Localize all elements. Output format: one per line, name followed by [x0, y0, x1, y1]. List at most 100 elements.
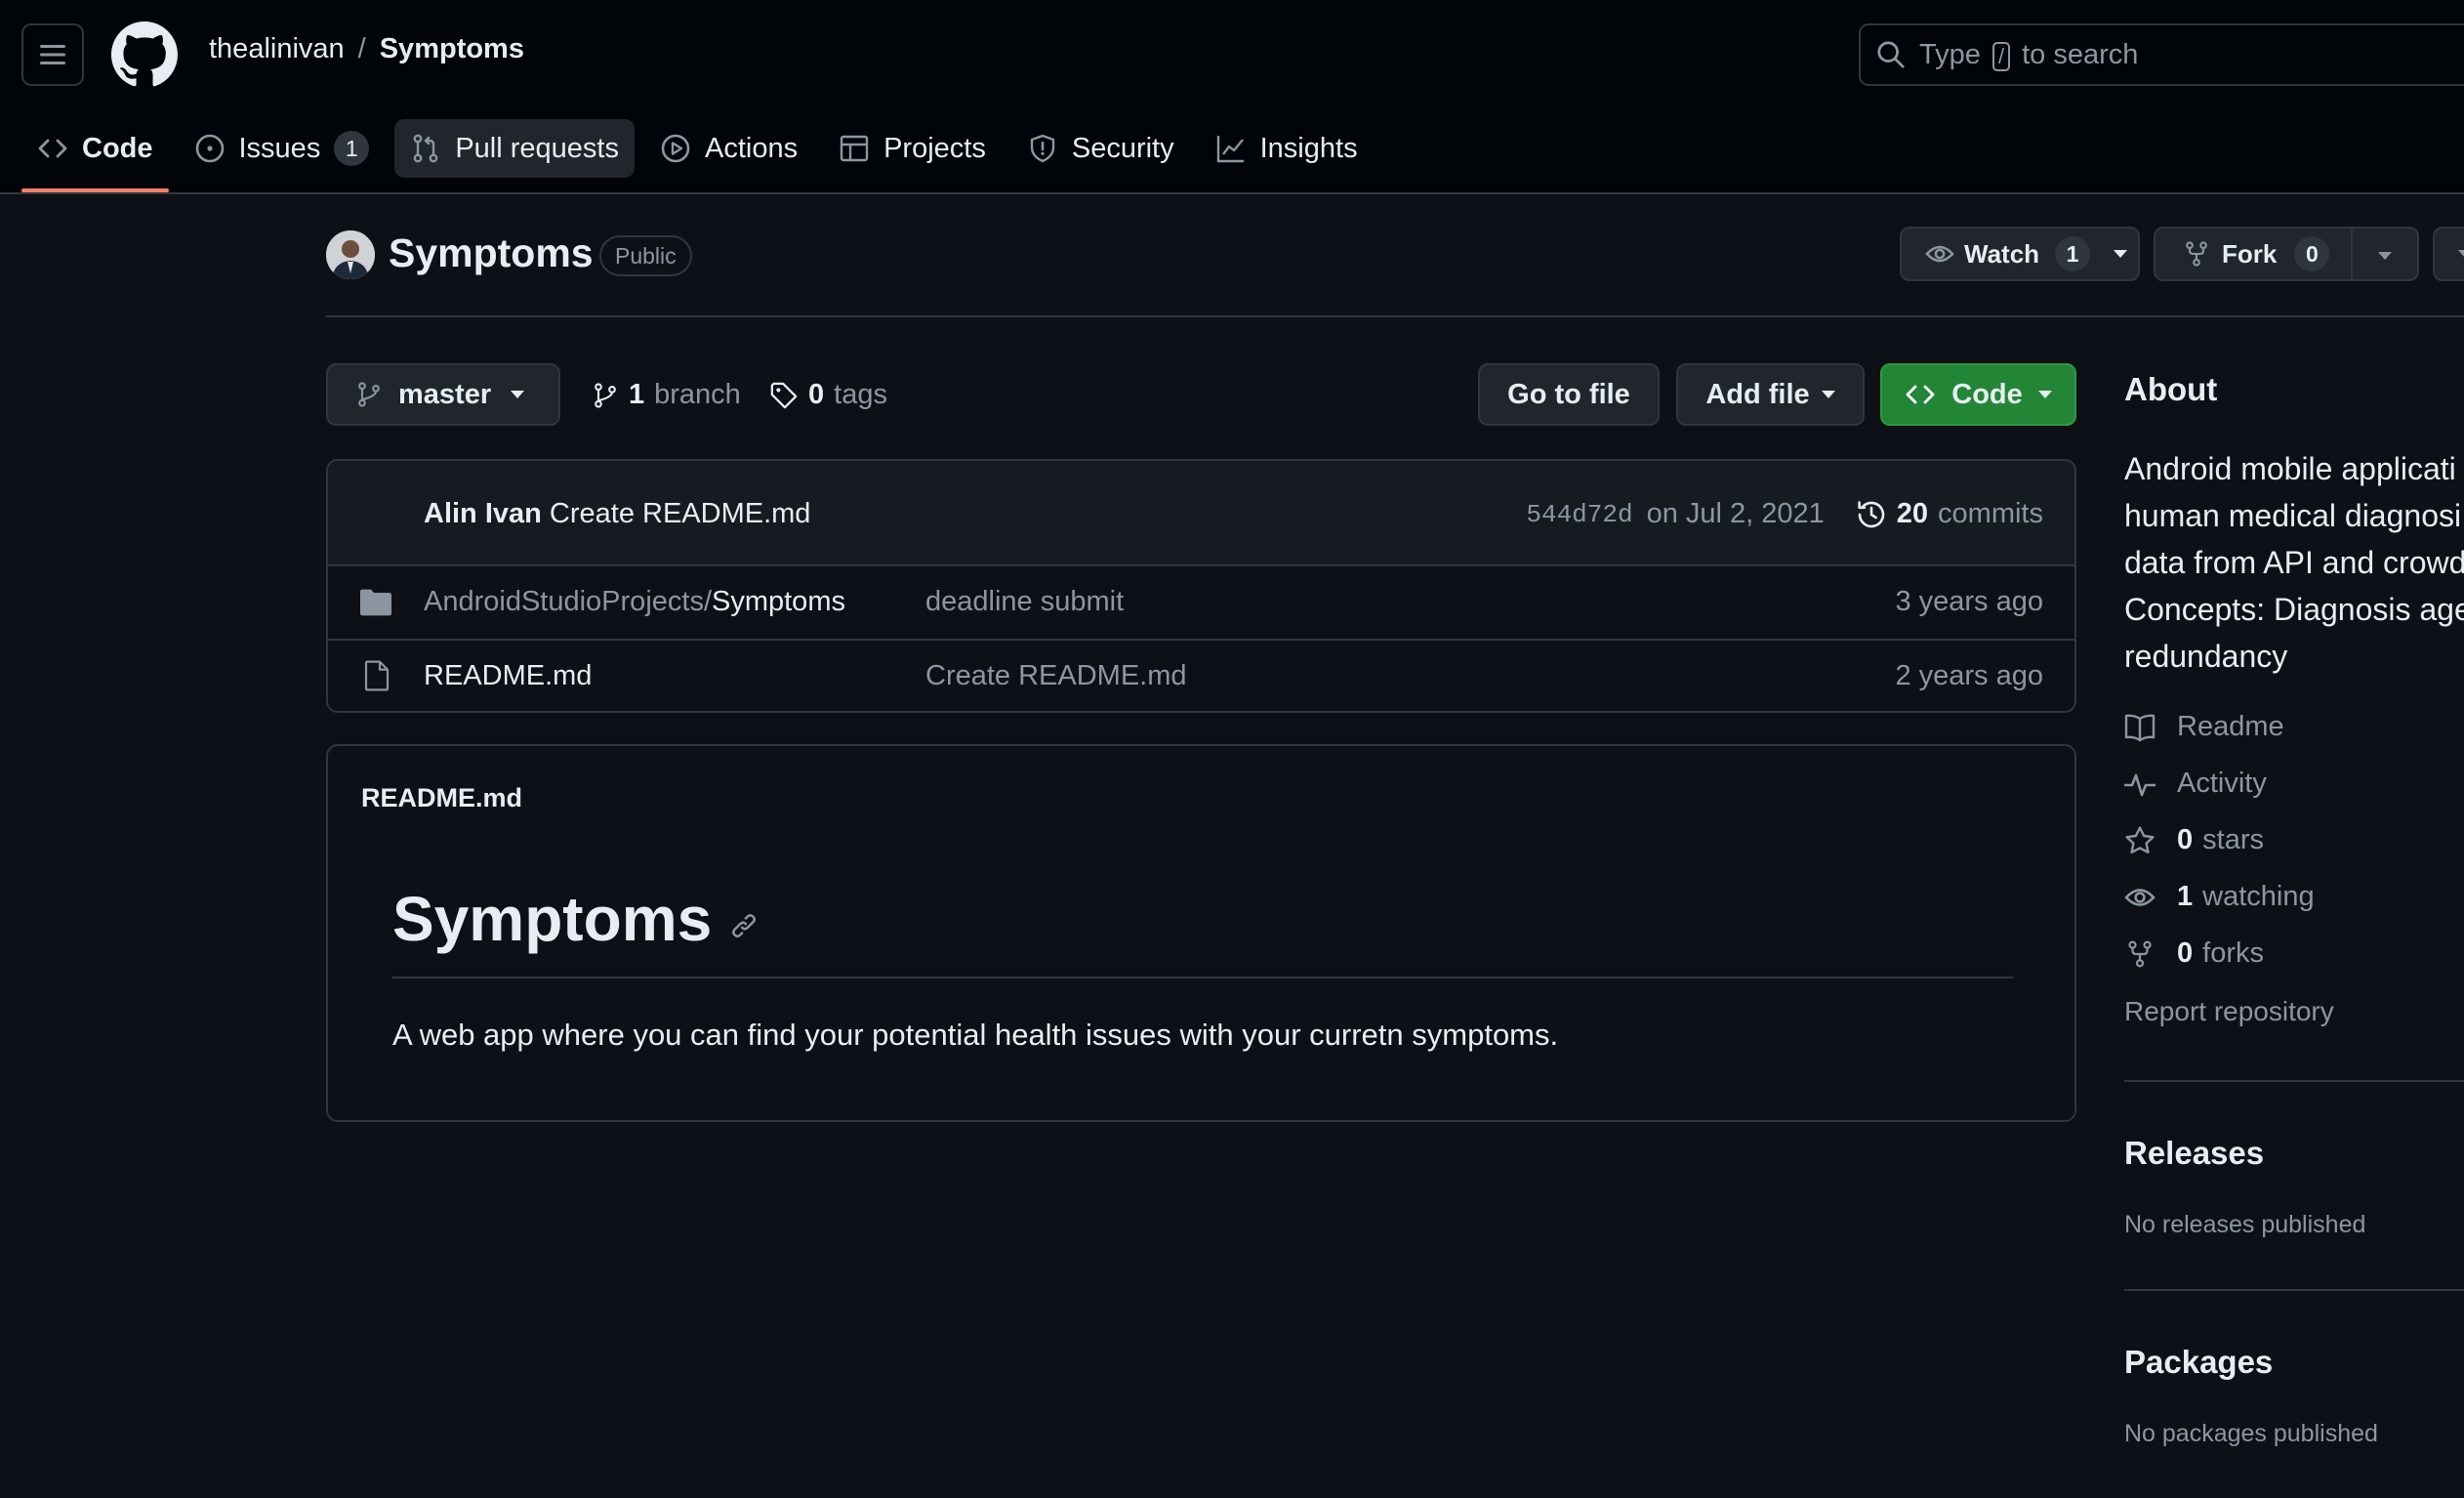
tags-link[interactable]: 0 tags — [769, 379, 887, 411]
readme-filename[interactable]: README.md — [361, 783, 522, 813]
tab-label: Insights — [1259, 132, 1358, 164]
folder-icon — [360, 589, 391, 616]
git-branch-icon — [595, 382, 616, 408]
search-placeholder: Type / to search — [1919, 38, 2139, 71]
watch-button[interactable]: Watch 1 — [1900, 227, 2140, 281]
readme-heading: Symptoms — [392, 884, 713, 954]
readme-heading-row: Symptoms — [392, 883, 759, 955]
file-path-prefix: AndroidStudioProjects/ — [424, 586, 712, 617]
commit-author[interactable]: Alin Ivan — [424, 498, 542, 529]
chevron-down-icon — [2458, 250, 2464, 258]
tab-projects[interactable]: Projects — [823, 119, 1002, 178]
tab-label: Pull requests — [455, 132, 619, 164]
file-row[interactable]: README.md Create README.md 2 years ago — [328, 639, 2074, 711]
commits-link[interactable]: 20 commits — [1856, 498, 2043, 530]
tab-label: Security — [1071, 132, 1174, 164]
repo-nav: Code Issues 1 Pull requests Actions Proj… — [21, 119, 1374, 193]
report-repository-link[interactable]: Report repository — [2124, 996, 2334, 1027]
releases-empty: No releases published — [2124, 1211, 2366, 1238]
tab-pull-requests[interactable]: Pull requests — [394, 119, 635, 178]
avatar[interactable] — [326, 230, 375, 279]
chevron-down-icon — [2114, 250, 2128, 258]
commit-sha[interactable]: 544d72d — [1526, 500, 1632, 529]
readme-body: A web app where you can find your potent… — [392, 1018, 1559, 1052]
tab-issues[interactable]: Issues 1 — [179, 119, 386, 178]
branches-link[interactable]: 1 branch — [592, 379, 741, 411]
owner-link[interactable]: thealinivan — [209, 33, 345, 65]
file-name-link[interactable]: AndroidStudioProjects/Symptoms — [424, 586, 845, 618]
readme-heading-divider — [392, 977, 2013, 978]
watchers-link[interactable]: 1 watching — [2124, 881, 2315, 913]
about-title: About — [2124, 371, 2218, 407]
tab-insights[interactable]: Insights — [1200, 119, 1374, 178]
fork-button[interactable]: Fork 0 — [2154, 227, 2419, 281]
eye-icon — [2124, 888, 2156, 906]
file-age: 3 years ago — [1895, 586, 2043, 617]
packages-title[interactable]: Packages — [2124, 1344, 2273, 1381]
branch-count: 1 — [629, 379, 645, 410]
activity-link[interactable]: Activity — [2124, 768, 2267, 800]
file-commit-message[interactable]: deadline submit — [925, 586, 1124, 618]
branch-select[interactable]: master — [326, 363, 560, 426]
avatar-image — [326, 230, 375, 279]
chevron-down-icon[interactable] — [2378, 252, 2392, 260]
tag-label: tags — [834, 379, 887, 410]
tab-label: Projects — [883, 132, 986, 164]
file-name: Symptoms — [712, 586, 845, 617]
commit-date: on Jul 2, 2021 — [1646, 498, 1825, 529]
commits-count: 20 — [1896, 498, 1929, 529]
repo-link[interactable]: Symptoms — [380, 33, 524, 65]
code-button[interactable]: Code — [1880, 363, 2076, 426]
chevron-down-icon — [511, 391, 525, 398]
sidebar-divider — [2124, 1080, 2464, 1082]
shield-icon — [1030, 134, 1055, 163]
commit-message[interactable]: Create README.md — [550, 498, 811, 529]
fork-divider — [2351, 229, 2353, 279]
graph-icon — [1216, 136, 1244, 163]
tab-label: Issues — [238, 132, 321, 164]
stars-link[interactable]: 0 stars — [2124, 824, 2264, 856]
branch-label: branch — [654, 379, 741, 410]
add-file-label: Add file — [1705, 378, 1810, 410]
tag-icon — [770, 382, 798, 408]
readme-link[interactable]: Readme — [2124, 711, 2284, 743]
breadcrumb-separator: / — [357, 33, 366, 64]
releases-title[interactable]: Releases — [2124, 1135, 2264, 1172]
repo-title[interactable]: Symptoms — [389, 230, 594, 276]
chevron-down-icon — [1821, 391, 1835, 398]
menu-button[interactable] — [21, 23, 84, 86]
shortcut-key: / — [1992, 41, 2011, 71]
eye-icon — [1925, 245, 1954, 263]
readme-panel: README.md Symptoms A web app where you c… — [326, 744, 2076, 1122]
file-icon — [364, 660, 390, 691]
issue-opened-icon — [195, 134, 224, 163]
github-logo-icon[interactable] — [111, 21, 178, 88]
fork-counter: 0 — [2294, 236, 2330, 271]
sidebar-divider — [2124, 1289, 2464, 1291]
code-button-label: Code — [1951, 378, 2023, 410]
hamburger-icon — [40, 45, 65, 64]
file-row[interactable]: AndroidStudioProjects/Symptoms deadline … — [328, 566, 2074, 639]
search-input[interactable]: Type / to search — [1859, 23, 2464, 86]
app-header: thealinivan / Symptoms Type / to search … — [0, 0, 2464, 194]
git-branch-icon — [358, 382, 380, 407]
code-icon — [1906, 385, 1935, 404]
table-icon — [840, 135, 869, 162]
file-name: README.md — [424, 660, 593, 691]
star-button[interactable] — [2433, 227, 2464, 281]
fork-label: Fork — [2222, 238, 2278, 269]
go-to-file-button[interactable]: Go to file — [1478, 363, 1660, 426]
title-divider — [326, 315, 2464, 317]
file-commit-message[interactable]: Create README.md — [925, 660, 1187, 692]
branch-name: master — [398, 378, 492, 410]
tab-actions[interactable]: Actions — [644, 119, 813, 178]
packages-empty: No packages published — [2124, 1420, 2378, 1447]
file-name-link[interactable]: README.md — [424, 660, 592, 692]
link-icon[interactable] — [729, 911, 759, 940]
tab-security[interactable]: Security — [1011, 119, 1190, 178]
add-file-button[interactable]: Add file — [1676, 363, 1865, 426]
star-icon — [2125, 825, 2155, 853]
tab-code[interactable]: Code — [21, 119, 169, 192]
forks-link[interactable]: 0 forks — [2124, 937, 2264, 970]
tag-count: 0 — [808, 379, 825, 410]
